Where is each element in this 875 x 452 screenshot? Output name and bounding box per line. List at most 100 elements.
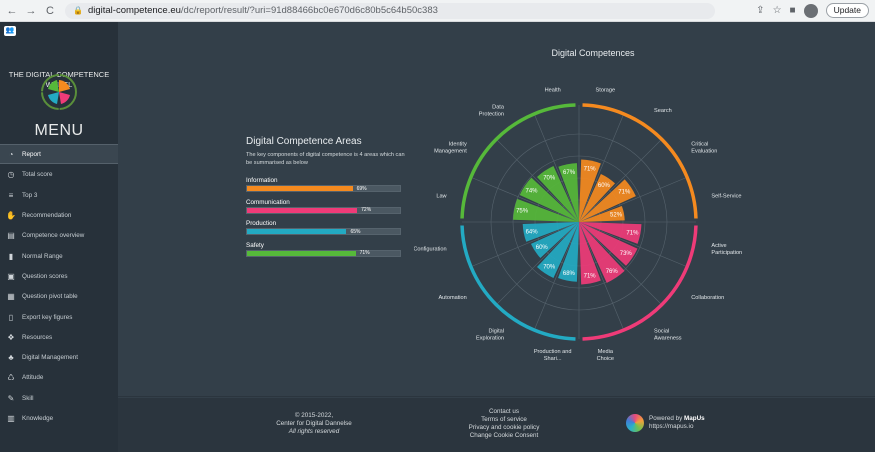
wedge-value-label: 52%	[610, 213, 623, 219]
competence-wheel-logo-icon	[41, 74, 77, 110]
areas-subtitle: The key components of digital competence…	[246, 152, 405, 166]
menu-item-digital-management[interactable]: ♣ Digital Management	[0, 347, 118, 367]
category-label: Search	[654, 108, 672, 114]
powered-by[interactable]: Powered by MapUs https://mapus.io	[626, 414, 705, 432]
update-button[interactable]: Update	[825, 3, 869, 18]
privacy-link[interactable]: Privacy and cookie policy	[444, 424, 564, 432]
area-bar-value: 71%	[359, 250, 370, 256]
menu-list: ◔ Report ◷ Total score ≡ Top 3 ✋ Recommendation…	[0, 144, 118, 428]
menu-item-label: Digital Management	[22, 354, 79, 362]
menu-item-top-3[interactable]: ≡ Top 3	[0, 185, 118, 205]
menu-item-label: Export key figures	[22, 313, 73, 321]
competence-areas-panel: Digital Competence Areas The key compone…	[246, 136, 406, 263]
menu-item-label: Question scores	[22, 272, 68, 280]
category-label: Configuration	[414, 246, 447, 252]
wedge-value-label: 70%	[543, 265, 556, 271]
speedometer-icon: ◷	[7, 170, 15, 180]
thermometer-icon: ▮	[8, 251, 14, 261]
powered-brand: MapUs	[684, 415, 705, 422]
powered-prefix: Powered by	[649, 415, 685, 422]
menu-item-resources[interactable]: ❖ Resources	[0, 327, 118, 347]
menu-item-normal-range[interactable]: ▮ Normal Range	[0, 245, 118, 265]
category-label: Automation	[438, 295, 466, 301]
category-label: Data Protection	[479, 104, 505, 117]
area-chart-icon: ▤	[7, 231, 15, 241]
area-bar-production: Production 65%	[246, 220, 406, 235]
wedge-value-label: 60%	[536, 245, 549, 251]
sidebar: 👥 THE DIGITAL COMPETENCE WHEEL MENU ◔ Rep…	[0, 22, 118, 452]
back-icon[interactable]: ←	[5, 4, 19, 18]
footer-copyright: © 2015-2022, Center for Digital Dannelse…	[254, 412, 374, 436]
powered-url[interactable]: https://mapus.io	[649, 423, 705, 431]
menu-item-label: Report	[22, 150, 41, 158]
cookie-consent-link[interactable]: Change Cookie Consent	[444, 432, 564, 440]
mapus-logo-icon	[626, 414, 644, 432]
window-icon[interactable]: ■	[790, 5, 796, 16]
menu-title: MENU	[34, 122, 84, 139]
menu-item-attitude[interactable]: ♺ Attitude	[0, 367, 118, 387]
reload-icon[interactable]: C	[43, 4, 57, 18]
url-path: /dc/report/result/?uri=91d88466bc0e670d6…	[180, 5, 438, 16]
wedge-value-label: 75%	[516, 209, 529, 215]
category-label: Active Participation	[711, 243, 742, 256]
menu-item-question-pivot-table[interactable]: ▦ Question pivot table	[0, 286, 118, 306]
area-bar-track: 69%	[246, 185, 401, 192]
menu-item-skill[interactable]: ✎ Skill	[0, 388, 118, 408]
share-icon[interactable]: ⇪	[756, 5, 764, 16]
wedge-value-label: 71%	[626, 231, 639, 237]
org-name: Center for Digital Dannelse	[276, 420, 352, 427]
user-group-icon[interactable]: 👥	[4, 26, 16, 36]
menu-item-total-score[interactable]: ◷ Total score	[0, 164, 118, 184]
recycle-icon: ♺	[7, 373, 15, 383]
category-label: Digital Exploration	[476, 329, 504, 342]
clipboard-icon: ▣	[7, 271, 15, 281]
menu-item-label: Knowledge	[22, 415, 54, 422]
category-label: Social Awareness	[654, 329, 682, 342]
menu-item-export-key-figures[interactable]: ▯ Export key figures	[0, 306, 118, 326]
terms-link[interactable]: Terms of service	[444, 416, 564, 424]
category-label: Law	[436, 194, 447, 200]
url-host: digital-competence.eu	[87, 5, 181, 16]
menu-item-label: Total score	[22, 171, 53, 179]
category-label: Critical Evaluation	[691, 141, 717, 154]
menu-item-knowledge[interactable]: ▥ Knowledge	[0, 408, 118, 428]
area-label: Production	[246, 220, 277, 227]
browser-toolbar: ← → C 🔒 digital-competence.eu /dc/report…	[0, 0, 875, 22]
category-label: Health	[545, 88, 561, 94]
area-bar-value: 65%	[350, 228, 361, 235]
area-label: Communication	[246, 198, 290, 206]
main-content: Digital Competence Areas The key compone…	[118, 22, 875, 452]
area-bar-fill	[247, 186, 353, 191]
rights-text: All rights reserved	[288, 428, 340, 435]
area-bar-track: 65%	[246, 228, 401, 235]
category-label: Self-Service	[711, 194, 741, 200]
menu-item-label: Question pivot table	[22, 293, 78, 301]
pie-chart-icon: ◔	[8, 149, 14, 159]
menu-item-recommendation[interactable]: ✋ Recommendation	[0, 205, 118, 225]
menu-item-label: Resources	[22, 333, 53, 341]
forward-icon[interactable]: →	[24, 4, 38, 18]
area-bar-communication: Communication 72%	[246, 199, 406, 214]
area-bar-safety: Safety 71%	[246, 242, 406, 257]
sliders-icon: ≡	[8, 190, 14, 200]
copyright-text: © 2015-2022,	[294, 412, 334, 419]
profile-avatar[interactable]	[803, 3, 818, 18]
wedge-value-label: 64%	[526, 229, 539, 235]
menu-item-competence-overview[interactable]: ▤ Competence overview	[0, 225, 118, 245]
chart-title: Digital Competences	[551, 48, 635, 58]
star-icon[interactable]: ☆	[773, 5, 782, 16]
menu-item-label: Recommendation	[22, 212, 72, 220]
area-bar-fill	[247, 250, 356, 256]
contact-link[interactable]: Contact us	[444, 408, 564, 416]
menu-item-report[interactable]: ◔ Report	[0, 144, 118, 165]
areas-title: Digital Competence Areas	[246, 136, 362, 147]
address-bar[interactable]: 🔒 digital-competence.eu /dc/report/resul…	[65, 2, 715, 19]
area-bar-information: Information 69%	[246, 177, 406, 192]
lock-icon: 🔒	[73, 6, 83, 15]
footer: © 2015-2022, Center for Digital Dannelse…	[118, 398, 875, 452]
menu-item-question-scores[interactable]: ▣ Question scores	[0, 266, 118, 286]
area-bar-fill	[247, 207, 358, 213]
area-bar-track: 71%	[246, 249, 401, 257]
area-bar-value: 72%	[361, 207, 372, 213]
file-icon: ▯	[8, 312, 14, 322]
